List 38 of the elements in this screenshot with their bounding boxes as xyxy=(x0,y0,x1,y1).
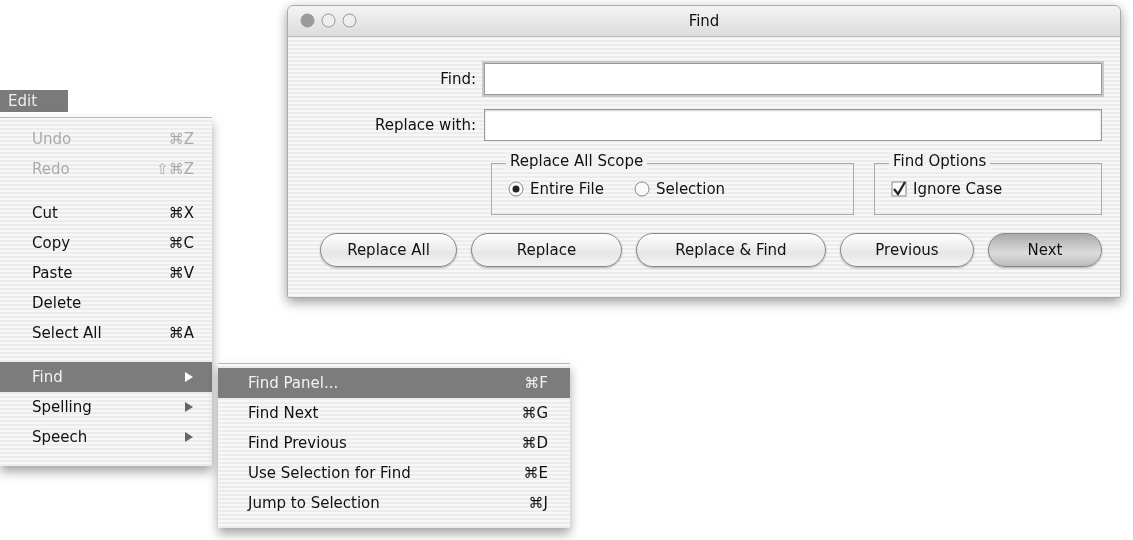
menu-item[interactable]: Find Previous ⌘D xyxy=(218,428,570,458)
field-label: Replace with: xyxy=(374,116,476,134)
checkbox[interactable] xyxy=(891,181,907,197)
push-button[interactable]: Previous xyxy=(840,233,974,267)
push-button[interactable]: Replace & Find xyxy=(636,233,826,267)
menu-item[interactable]: Find xyxy=(0,362,212,392)
window-control-icon[interactable] xyxy=(321,13,336,28)
checkbox-option[interactable]: Ignore Case xyxy=(891,180,1003,198)
radio-button[interactable] xyxy=(633,181,650,197)
menu-item[interactable]: Delete xyxy=(0,288,212,318)
menu-item[interactable]: Paste ⌘V xyxy=(0,258,212,288)
menu-item[interactable]: Cut ⌘X xyxy=(0,198,212,228)
text-field[interactable] xyxy=(484,109,1102,141)
menu-item[interactable]: Find Next ⌘G xyxy=(218,398,570,428)
menu-item[interactable]: Find Panel... ⌘F xyxy=(218,368,570,398)
text-field[interactable] xyxy=(484,63,1102,95)
push-button[interactable]: Replace xyxy=(471,233,622,267)
menu-item[interactable]: Jump to Selection ⌘J xyxy=(218,488,570,518)
radio-option[interactable]: Selection xyxy=(633,180,726,198)
field-label: Find: xyxy=(439,70,476,88)
push-button[interactable]: Next xyxy=(988,233,1102,267)
menu-item[interactable]: Select All ⌘A xyxy=(0,318,212,348)
menu-item[interactable]: Copy ⌘C xyxy=(0,228,212,258)
menu-title[interactable]: Edit xyxy=(0,90,68,112)
submenu-arrow-icon xyxy=(184,431,194,443)
radio-option[interactable]: Entire File xyxy=(508,180,604,198)
window-control-icon[interactable] xyxy=(342,13,357,28)
push-button[interactable]: Replace All xyxy=(320,233,457,267)
window-control-icon[interactable] xyxy=(300,13,315,28)
menu-item[interactable]: Speech xyxy=(0,422,212,452)
group-title: Replace All Scope xyxy=(506,152,648,170)
menu-item[interactable]: Spelling xyxy=(0,392,212,422)
menu-item[interactable]: Use Selection for Find ⌘E xyxy=(218,458,570,488)
submenu-arrow-icon xyxy=(184,401,194,413)
window-title: Find xyxy=(688,12,720,30)
group-title: Find Options xyxy=(889,152,991,170)
radio-button[interactable] xyxy=(508,181,524,197)
submenu-arrow-icon xyxy=(184,371,194,383)
